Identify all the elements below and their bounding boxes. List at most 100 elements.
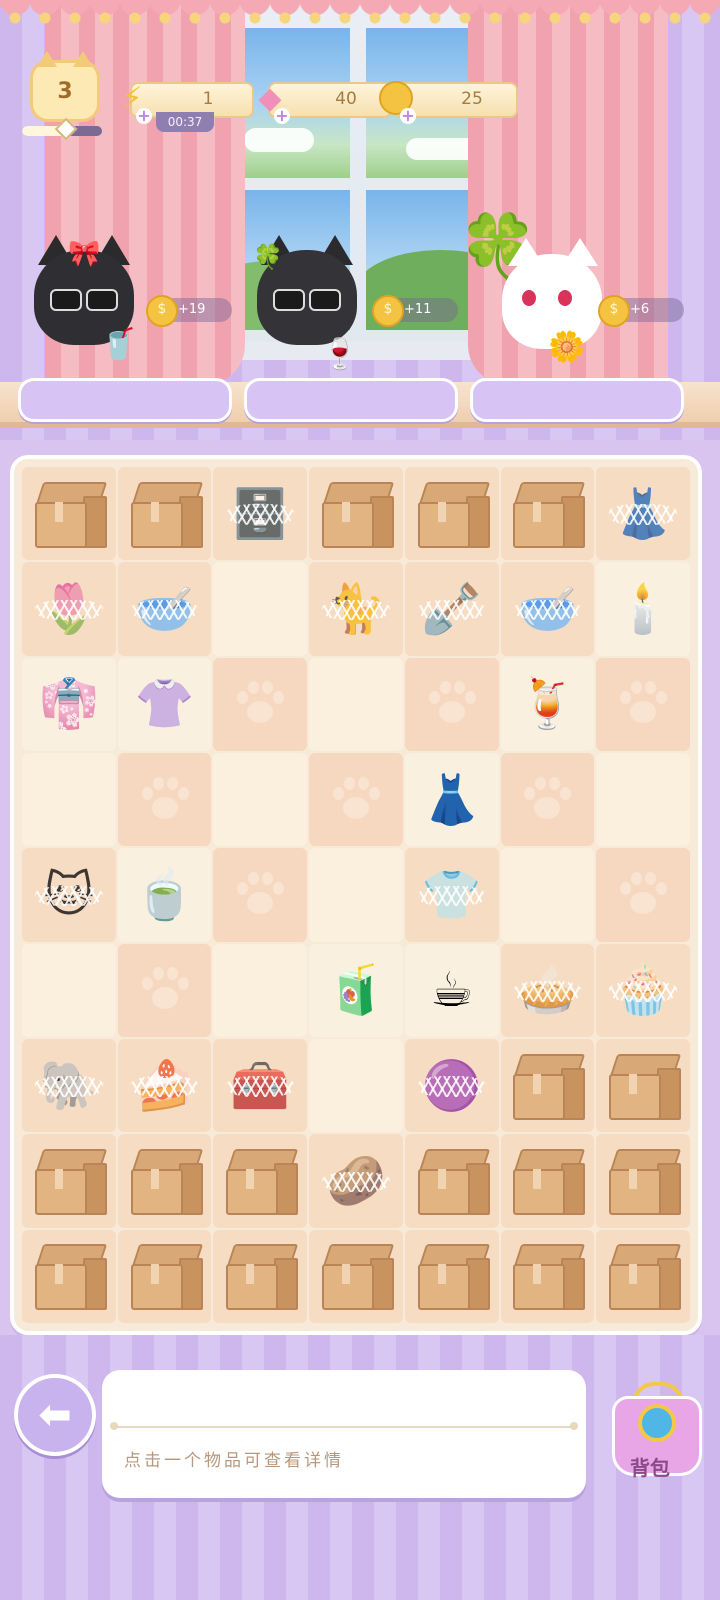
bag-label: 背包 [630,1456,670,1480]
customer-1-reward: $ +19 [146,295,232,327]
gem-counter[interactable]: ◆ + 40 [258,81,392,124]
board-cell[interactable] [500,1134,595,1228]
board-cell[interactable] [22,753,116,847]
board-cell[interactable]: 🥧 [500,943,595,1037]
sunglasses-icon [273,289,341,311]
bag-button[interactable]: 背包 [604,1378,704,1488]
board-cell[interactable] [500,848,595,942]
board-cell[interactable] [596,848,690,942]
board-cell[interactable]: 🟣 [404,1039,499,1133]
board-cell[interactable] [309,657,403,751]
order-slot-2[interactable] [244,378,458,422]
cardboard-box-icon [224,1148,299,1215]
strawberry-cake-icon: 🍰 [134,1057,195,1114]
curtain-beads [0,8,720,28]
board-cell[interactable]: 👕 [404,848,499,942]
board-cell[interactable] [22,943,116,1037]
coin-counter[interactable]: + 25 [379,81,518,124]
board-cell[interactable]: 🐱 [22,848,116,942]
board-cell[interactable]: 🕯️ [596,562,690,656]
board-cell[interactable] [213,753,308,847]
parfait-icon: 🥤 [100,327,138,362]
board-cell[interactable] [309,467,403,561]
back-button[interactable]: ⬅ [14,1374,96,1456]
board-cell[interactable]: ☕ [404,943,499,1037]
add-gems-button[interactable]: + [274,108,290,124]
customer-cat-1[interactable]: 🎀 🥤 [22,225,142,375]
board-cell[interactable] [213,562,308,656]
board-cell[interactable] [213,1134,308,1228]
paw-print-icon [616,677,670,731]
paw-print-icon [138,773,192,827]
board-cell[interactable] [404,467,499,561]
paw-print-icon [425,677,479,731]
board-cell[interactable]: 🍰 [117,1039,212,1133]
board-cell[interactable] [596,1134,690,1228]
board-cell[interactable] [500,753,595,847]
board-cell[interactable]: 👗 [404,753,499,847]
board-cell[interactable] [500,467,595,561]
board-cell[interactable]: 🥣 [117,562,212,656]
board-cell[interactable]: 🐘 [22,1039,116,1133]
board-cell[interactable]: 👚 [117,657,212,751]
board-cell[interactable] [596,1229,690,1323]
board-cell[interactable] [117,943,212,1037]
order-slot-3[interactable] [470,378,684,422]
board-cell[interactable] [213,943,308,1037]
board-cell[interactable]: 🪏 [404,562,499,656]
board-cell[interactable] [404,657,499,751]
board-cell[interactable] [213,657,308,751]
board-cell[interactable] [22,1229,116,1323]
board-cell[interactable] [117,467,212,561]
board-cell[interactable] [213,848,308,942]
board-cell[interactable] [117,1134,212,1228]
board-cell[interactable]: 🥣 [500,562,595,656]
board-cell[interactable] [22,1134,116,1228]
order-slot-1[interactable] [18,378,232,422]
board-cell[interactable] [309,1229,403,1323]
board-cell[interactable]: 🐈 [309,562,403,656]
board-cell[interactable] [500,1039,595,1133]
energy-timer: 00:37 [156,112,214,132]
board-cell[interactable]: 🍹 [500,657,595,751]
customer-1-reward-value: +19 [178,302,206,317]
yellow-dress-icon: 👘 [38,676,99,733]
board-cell[interactable] [213,1229,308,1323]
board-cell[interactable] [117,753,212,847]
board-cell[interactable]: 👘 [22,657,116,751]
board-cell[interactable] [596,753,690,847]
board-cell[interactable] [596,657,690,751]
board-cell[interactable] [404,1134,499,1228]
cardboard-box-icon [416,1244,490,1311]
bread-loaf-icon: 🥔 [326,1152,386,1209]
board-cell[interactable]: 👗 [596,467,690,561]
board-cell[interactable] [404,1229,499,1323]
board-cell[interactable]: 🧃 [309,943,403,1037]
customer-2-reward: $ +11 [372,295,458,327]
add-energy-button[interactable]: + [136,108,152,124]
board-cell[interactable]: 🌷 [22,562,116,656]
customer-cat-2[interactable]: 🍀 🍷 [245,225,365,375]
board-cell[interactable]: 🥔 [309,1134,403,1228]
board-cell[interactable] [309,1039,403,1133]
board-cell[interactable]: 🍵 [117,848,212,942]
elephant-plush-icon: 🐘 [38,1057,99,1114]
cardboard-box-icon [416,1148,490,1215]
board-cell[interactable] [22,467,116,561]
pie-icon: 🥧 [517,962,578,1019]
board-cell[interactable]: 🧁 [596,943,690,1037]
pink-rack-icon: 👕 [421,866,482,923]
board-cell[interactable] [309,848,403,942]
board-cell[interactable]: 🧰 [213,1039,308,1133]
board-cell[interactable] [500,1229,595,1323]
board-cell[interactable] [309,753,403,847]
coffee-maker-icon: ☕ [430,962,474,1019]
add-coins-button[interactable]: + [400,108,416,124]
board-cell[interactable] [596,1039,690,1133]
board-cell[interactable] [117,1229,212,1323]
coin-icon: $ [598,295,630,327]
info-divider [116,1426,572,1428]
board-cell[interactable]: 🗄️ [213,467,308,561]
customer-cat-3[interactable]: 🍀 🌼 [458,210,602,365]
level-badge[interactable]: 3 [30,51,100,122]
